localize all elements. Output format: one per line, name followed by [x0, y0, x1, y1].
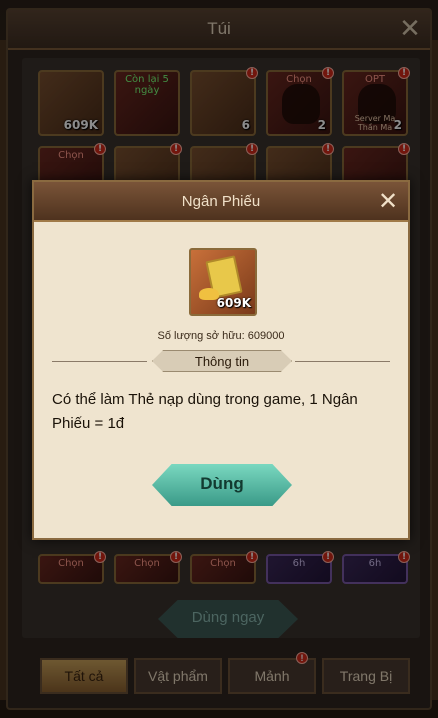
item-detail-modal: Ngân Phiếu ✕ 609K Số lượng sở hữu: 60900…: [32, 180, 410, 540]
modal-header: Ngân Phiếu ✕: [34, 182, 408, 222]
modal-title: Ngân Phiếu: [181, 193, 261, 210]
info-label-pill: Thông tin: [152, 350, 292, 372]
info-divider: Thông tin: [52, 350, 390, 374]
info-label: Thông tin: [194, 354, 250, 369]
item-description: Có thể làm Thẻ nạp dùng trong game, 1 Ng…: [52, 391, 358, 432]
modal-close-icon[interactable]: ✕: [374, 187, 402, 215]
use-button[interactable]: Dùng: [152, 464, 292, 506]
divider-line-left: [52, 361, 147, 362]
divider-line-right: [295, 361, 390, 362]
owned-quantity: Số lượng sở hữu: 609000: [157, 330, 285, 342]
use-button-label: Dùng: [200, 474, 244, 493]
item-icon-box: 609K: [189, 248, 257, 316]
item-count: 609K: [216, 296, 251, 310]
